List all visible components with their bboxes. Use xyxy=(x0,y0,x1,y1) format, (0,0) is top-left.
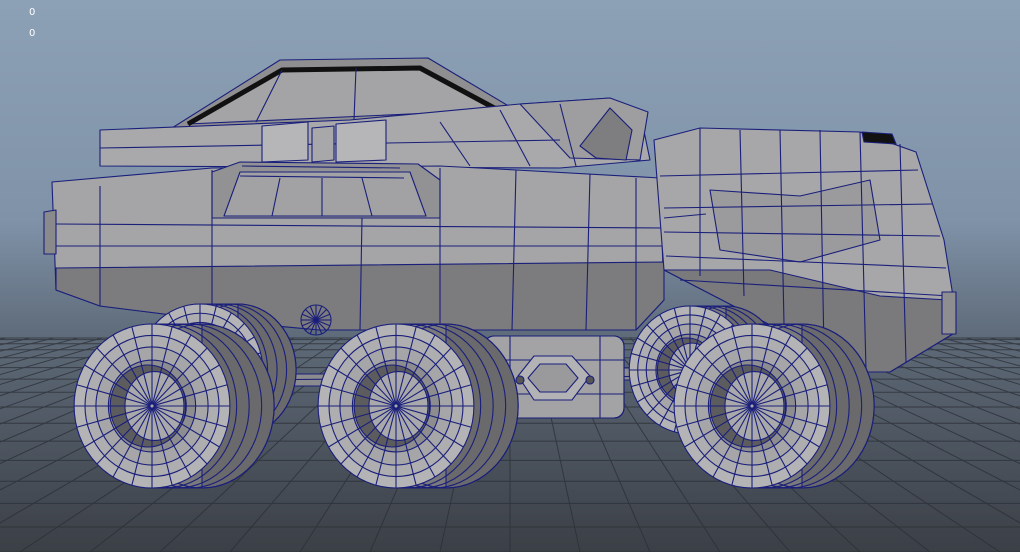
side-hub xyxy=(300,304,332,336)
main-hull xyxy=(43,161,665,331)
wheel xyxy=(317,323,519,489)
viewport-scene xyxy=(0,57,1020,552)
wheels xyxy=(73,303,875,489)
rover-model[interactable] xyxy=(43,57,957,489)
wheel xyxy=(73,323,275,489)
3d-viewport[interactable]: 0 0 xyxy=(0,0,1020,552)
wheel xyxy=(673,323,875,489)
